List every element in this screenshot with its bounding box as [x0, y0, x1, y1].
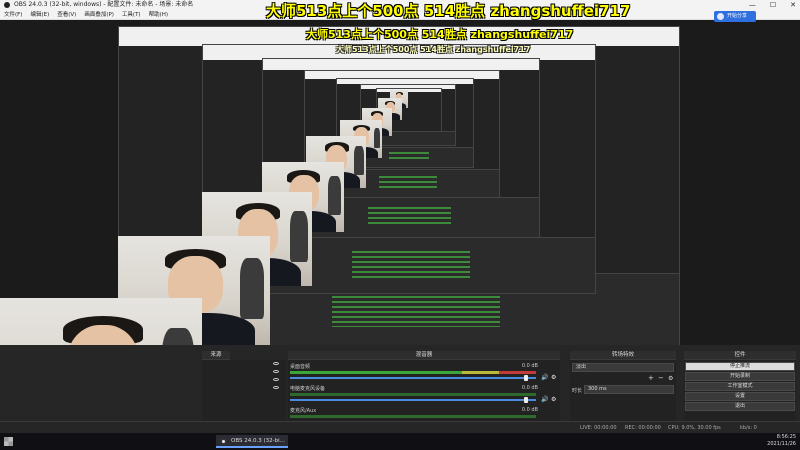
transition-select[interactable]: 淡出 [572, 363, 674, 372]
add-transition-icon[interactable]: + [648, 374, 654, 382]
transition-settings-icon[interactable]: ⚙ [668, 375, 673, 382]
mixer-channel-desktop: 桌面音频 0.0 dB 🔊 ⚙ [288, 363, 560, 385]
gear-icon[interactable]: ⚙ [551, 375, 557, 381]
duration-input[interactable]: 300 ms [584, 385, 674, 394]
volume-slider-handle[interactable] [524, 397, 528, 403]
menu-view[interactable]: 查看(V) [57, 10, 76, 19]
duration-label: 时长 [572, 388, 583, 394]
window-title: OBS 24.0.3 (32-bit, windows) - 配置文件: 未命名… [14, 1, 194, 8]
controls-dock-title: 控件 [684, 351, 796, 360]
eye-icon[interactable] [273, 378, 279, 381]
overlay-text-1: 大师513点上个500点 514胜点 zhangshuffei717 [266, 2, 631, 20]
volume-meter [290, 393, 536, 396]
audio-mixer: 桌面音频 0.0 dB 🔊 ⚙ 电脑麦克风设备 0.0 dB 🔊 ⚙ 麦克风/A… [288, 360, 560, 421]
menu-help[interactable]: 帮助(H) [149, 10, 168, 19]
overlay-text-3: 大师513点上个500点 514胜点 zhangshuffei717 [336, 45, 531, 54]
menu-edit[interactable]: 编辑(E) [30, 10, 49, 19]
eye-icon[interactable] [273, 362, 279, 365]
gear-icon[interactable]: ⚙ [551, 397, 557, 403]
mixer-channel-mic-device: 电脑麦克风设备 0.0 dB 🔊 ⚙ [288, 385, 560, 407]
menu-file[interactable]: 文件(F) [4, 10, 22, 19]
menu-overlay[interactable]: 画面叠加(P) [84, 10, 114, 19]
volume-meter [290, 371, 536, 374]
stop-streaming-button[interactable]: 停止推流 [685, 362, 795, 371]
speaker-icon[interactable]: 🔊 [541, 397, 548, 403]
remove-transition-icon[interactable]: − [658, 374, 664, 382]
taskbar-obs-label: OBS 24.0.3 (32-bi... [231, 438, 285, 444]
source-row[interactable] [202, 368, 286, 376]
mixer-channel-db: 0.0 dB [521, 363, 538, 369]
eye-icon[interactable] [273, 386, 279, 389]
system-tray-clock[interactable]: 8:56:25 2021/11/26 [767, 434, 796, 448]
status-bar: LIVE: 00:00:00 REC: 00:00:00 CPU: 9.0%, … [0, 421, 800, 433]
maximize-button[interactable]: ☐ [770, 0, 776, 10]
taskbar-obs-item[interactable]: OBS 24.0.3 (32-bi... [216, 435, 288, 448]
mixer-channel-db: 0.0 dB [521, 385, 538, 391]
settings-button[interactable]: 设置 [685, 392, 795, 401]
windows-start-icon[interactable] [4, 437, 13, 446]
overlay-text-2: 大师513点上个500点 514胜点 zhangshuffei717 [306, 28, 574, 41]
exit-button[interactable]: 退出 [685, 402, 795, 411]
speaker-icon[interactable]: 🔊 [541, 375, 548, 381]
sources-dock-title: 来源 [202, 351, 230, 360]
mixer-channel-label: 麦克风/Aux [290, 408, 317, 414]
mixer-channel-label: 电脑麦克风设备 [290, 386, 326, 392]
menu-tools[interactable]: 工具(T) [122, 10, 141, 19]
taskbar: OBS 24.0.3 (32-bi... 8:56:25 2021/11/26 [0, 433, 800, 450]
volume-slider-handle[interactable] [524, 375, 528, 381]
mixer-channel-mic-aux: 麦克风/Aux 0.0 dB [288, 407, 560, 419]
mixer-channel-label: 桌面音频 [290, 364, 311, 370]
minimize-button[interactable]: — [749, 0, 756, 10]
bottom-docks: 来源 混音器 桌面音频 0.0 dB 🔊 ⚙ 电脑麦克风设备 0.0 dB 🔊 … [0, 345, 800, 433]
obs-logo-icon [4, 2, 10, 8]
source-row[interactable] [202, 384, 286, 392]
volume-slider[interactable] [290, 399, 536, 401]
source-row[interactable] [202, 376, 286, 384]
window-controls: — ☐ ✕ [749, 0, 796, 10]
eye-icon[interactable] [273, 370, 279, 373]
controls-panel: 停止推流 开始录制 工作室模式 设置 退出 [684, 360, 796, 421]
close-button[interactable]: ✕ [790, 0, 796, 10]
source-row[interactable] [202, 360, 286, 368]
mixer-dock-title: 混音器 [288, 351, 560, 360]
studio-mode-button[interactable]: 工作室模式 [685, 382, 795, 391]
preview-canvas[interactable] [0, 20, 800, 450]
volume-meter [290, 415, 536, 418]
share-button[interactable]: 开始分享 [714, 11, 756, 22]
obs-icon [220, 438, 227, 445]
volume-slider[interactable] [290, 377, 536, 379]
clock-date: 2021/11/26 [767, 441, 796, 447]
mixer-channel-db: 0.0 dB [521, 407, 538, 413]
transitions-dock-title: 转场特效 [570, 351, 676, 360]
obs-window: OBS 24.0.3 (32-bit, windows) - 配置文件: 未命名… [0, 0, 800, 450]
clock-time: 8:56:25 [776, 434, 796, 440]
start-recording-button[interactable]: 开始录制 [685, 372, 795, 381]
transitions-panel: 淡出 + − ⚙ 时长 300 ms [570, 360, 676, 421]
sources-list [202, 360, 286, 421]
